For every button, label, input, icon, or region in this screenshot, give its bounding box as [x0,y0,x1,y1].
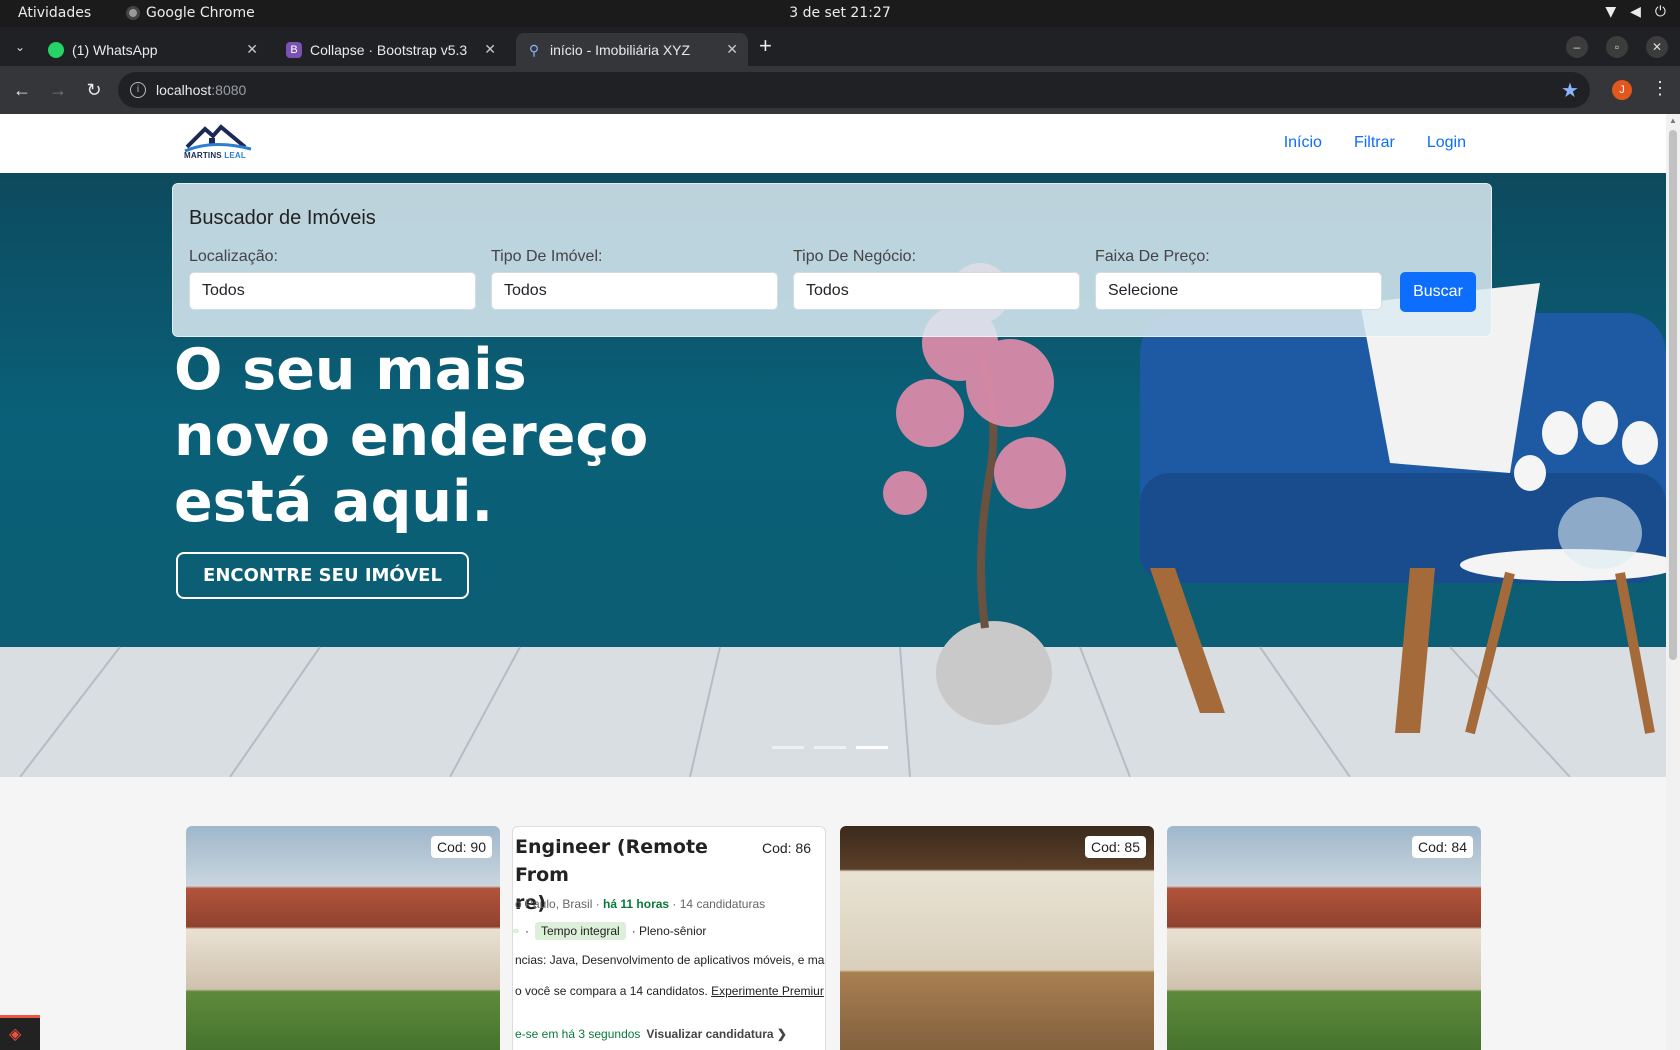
tab-strip: ⌄ (1) WhatsApp ✕ B Collapse · Bootstrap … [0,27,1680,66]
job-skills: ncias: Java, Desenvolvimento de aplicati… [515,953,825,967]
find-property-button[interactable]: ENCONTRE SEU IMÓVEL [176,552,469,599]
hero-headline-line-1: O seu mais [174,337,527,403]
page-viewport: MARTINS LEAL Início Filtrar Login O seu … [0,114,1666,1050]
url-text: localhost:8080 [156,82,247,98]
close-icon[interactable]: ✕ [726,41,738,58]
os-top-bar: Atividades Google Chrome 3 de set 21:27 … [0,0,1680,27]
close-icon[interactable]: ✕ [484,41,496,58]
reload-button[interactable]: ↻ [82,78,106,102]
price-range-label: Faixa De Preço: [1095,248,1210,265]
property-card-84[interactable]: Cod: 84 [1167,826,1481,1050]
property-listings: Cod: 90 Engineer (Remote From re) Cod: 8… [0,777,1666,1050]
debugbar-badge[interactable]: ◈ [0,1015,40,1050]
hero-headline: O seu mais novo endereço está aqui. [174,337,694,535]
bookmark-star-icon[interactable]: ★ [1561,78,1579,103]
property-search-panel: Buscador de Imóveis Localização: Todos T… [172,183,1492,337]
site-logo[interactable]: MARTINS LEAL [183,121,257,165]
site-info-icon[interactable]: i [130,82,146,98]
job-footer: e-se em há 3 segundos Visualizar candidat… [515,1027,787,1041]
back-button[interactable]: ← [10,78,34,102]
property-type-label: Tipo De Imóvel: [491,248,603,265]
site-navbar: MARTINS LEAL Início Filtrar Login [0,114,1666,173]
property-card-85[interactable]: Cod: 85 [840,826,1154,1050]
search-button[interactable]: Buscar [1400,272,1476,312]
location-select[interactable]: Todos [189,272,476,310]
job-tags: · Tempo integral · Pleno-sênior [513,922,706,940]
tab-bootstrap[interactable]: B Collapse · Bootstrap v5.3 ✕ [276,33,506,66]
job-meta: o Paulo, Brasil · há 11 horas · 14 candi… [515,897,766,911]
address-bar[interactable]: i localhost:8080 [118,72,1590,108]
property-card-90[interactable]: Cod: 90 [186,826,500,1050]
view-application-link[interactable]: Visualizar candidatura ❯ [646,1027,787,1041]
power-icon: ⏻ [1654,4,1666,20]
property-code-badge: Cod: 84 [1411,836,1473,858]
deal-type-select[interactable]: Todos [793,272,1080,310]
tag-separator: · [525,924,529,938]
forward-button[interactable]: → [46,78,70,102]
tab-search-icon[interactable]: ⌄ [8,35,32,59]
hero-headline-line-2: novo endereço [174,403,649,469]
deal-type-label: Tipo De Negócio: [793,248,917,265]
system-tray[interactable]: ▼ ◀ ⏻ [1605,4,1666,20]
main-nav: Início Filtrar Login [1284,134,1466,152]
profile-avatar[interactable]: J [1612,80,1632,100]
maximize-button[interactable]: ▫ [1606,36,1628,58]
property-code-badge: Cod: 85 [1084,836,1146,858]
house-logo-icon [184,124,252,153]
property-type-select[interactable]: Todos [491,272,778,310]
close-icon[interactable]: ✕ [246,41,258,58]
tab-inicio[interactable]: ⚲ início - Imobiliária XYZ ✕ [516,33,748,66]
carousel-indicator-2[interactable] [814,746,846,749]
search-icon: ⚲ [528,41,540,58]
job-overlay-card[interactable]: Engineer (Remote From re) Cod: 86 o Paul… [512,826,826,1050]
property-code-badge: Cod: 86 [755,837,817,859]
browser-toolbar: ← → ↻ i localhost:8080 [0,66,1680,114]
scroll-thumb[interactable] [1669,130,1677,660]
bootstrap-icon: B [286,41,302,58]
minimize-button[interactable]: – [1566,36,1588,58]
job-tag-cut [513,929,519,933]
carousel-indicators [772,746,888,749]
hero-headline-line-3: está aqui. [174,469,494,535]
nav-link-login[interactable]: Login [1427,134,1466,152]
carousel-indicator-3[interactable] [856,746,888,749]
nav-link-inicio[interactable]: Início [1284,134,1322,152]
tab-title: Collapse · Bootstrap v5.3 [310,41,468,58]
carousel-indicator-1[interactable] [772,746,804,749]
new-tab-button[interactable]: + [759,35,772,57]
tab-whatsapp[interactable]: (1) WhatsApp ✕ [38,33,268,66]
laravel-icon: ◈ [9,1026,22,1043]
price-range-field: Faixa De Preço: Selecione [1095,248,1382,310]
property-code-badge: Cod: 90 [430,836,492,858]
logo-text: MARTINS LEAL [184,151,246,160]
search-panel-title: Buscador de Imóveis [189,207,376,229]
tab-title: início - Imobiliária XYZ [550,41,691,58]
browser-menu-icon[interactable]: ⋮ [1651,78,1669,99]
clock[interactable]: 3 de set 21:27 [0,5,1680,21]
price-range-select[interactable]: Selecione [1095,272,1382,310]
debugbar-accent [0,1015,40,1018]
job-tag-fulltime: Tempo integral [535,922,626,940]
volume-icon: ◀ [1630,4,1641,20]
location-field: Localização: Todos [189,248,476,310]
job-level: · Pleno-sênior [631,924,707,938]
page-scrollbar[interactable]: ▲ [1666,114,1680,1050]
job-compare: o você se compara a 14 candidatos. Exper… [515,984,824,998]
location-label: Localização: [189,248,278,265]
tab-title: (1) WhatsApp [72,41,158,58]
wifi-icon: ▼ [1605,4,1617,20]
whatsapp-icon [48,41,64,58]
nav-link-filtrar[interactable]: Filtrar [1354,134,1395,152]
property-type-field: Tipo De Imóvel: Todos [491,248,778,310]
close-window-button[interactable]: ✕ [1646,36,1668,58]
scroll-up-arrow-icon[interactable]: ▲ [1669,116,1677,125]
premium-link[interactable]: Experimente Premiur [711,984,824,998]
deal-type-field: Tipo De Negócio: Todos [793,248,1080,310]
